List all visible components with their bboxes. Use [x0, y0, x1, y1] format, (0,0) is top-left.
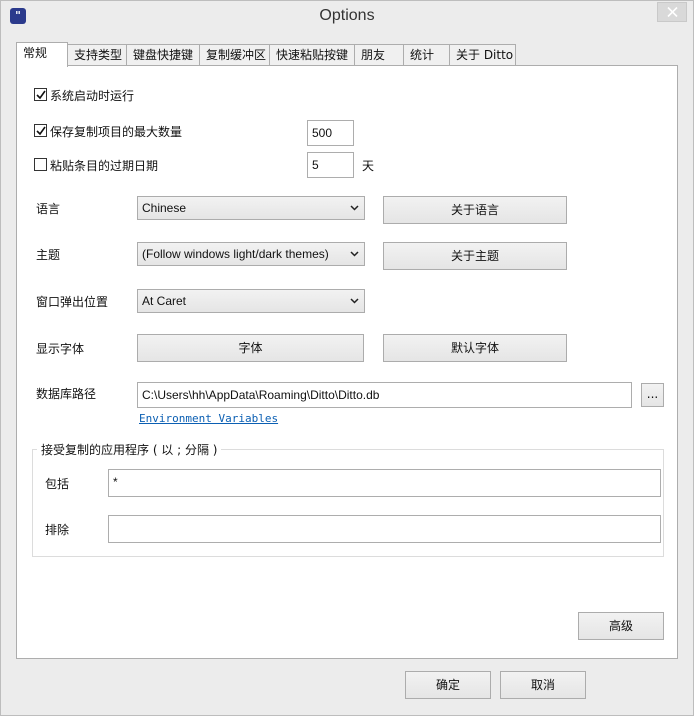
- include-label: 包括: [45, 477, 70, 491]
- close-icon: [667, 7, 678, 17]
- tab-keyboard-shortcuts[interactable]: 键盘快捷键: [126, 44, 200, 66]
- database-path-input[interactable]: C:\Users\hh\AppData\Roaming\Ditto\Ditto.…: [137, 382, 632, 408]
- tab-about[interactable]: 关于 Ditto: [449, 44, 516, 66]
- tab-copy-buffers[interactable]: 复制缓冲区: [199, 44, 270, 66]
- check-icon: [36, 126, 46, 136]
- exclude-label: 排除: [45, 523, 70, 537]
- accept-apps-group-title: 接受复制的应用程序 ( 以 ; 分隔 ): [37, 441, 222, 458]
- tab-quick-paste-keys[interactable]: 快速粘贴按键: [269, 44, 355, 66]
- max-items-checkbox[interactable]: [34, 124, 47, 137]
- expire-label: 粘贴条目的过期日期: [50, 159, 159, 173]
- default-font-button[interactable]: 默认字体: [383, 334, 567, 362]
- tab-friends[interactable]: 朋友: [354, 44, 404, 66]
- database-path-label: 数据库路径: [36, 387, 97, 401]
- window-title: Options: [319, 7, 375, 24]
- close-button[interactable]: [657, 2, 687, 22]
- start-on-boot-label: 系统启动时运行: [50, 89, 135, 103]
- tab-general[interactable]: 常规: [16, 42, 68, 67]
- about-theme-button[interactable]: 关于主题: [383, 242, 567, 270]
- browse-database-button[interactable]: ...: [641, 383, 664, 407]
- language-value: Chinese: [142, 201, 187, 215]
- language-label: 语言: [36, 202, 61, 216]
- ok-button[interactable]: 确定: [405, 671, 491, 699]
- popup-position-select[interactable]: At Caret: [137, 289, 365, 313]
- cancel-button[interactable]: 取消: [500, 671, 586, 699]
- expire-days-input[interactable]: 5: [307, 152, 354, 178]
- advanced-button[interactable]: 高级: [578, 612, 664, 640]
- options-window: " Options 常规 支持类型 键盘快捷键 复制缓冲区 快速粘贴按键 朋友 …: [0, 0, 694, 716]
- popup-position-label: 窗口弹出位置: [36, 295, 109, 309]
- max-items-label: 保存复制项目的最大数量: [50, 125, 183, 139]
- expire-unit-label: 天: [362, 159, 375, 173]
- chevron-down-icon: [350, 205, 359, 211]
- environment-variables-link[interactable]: Environment Variables: [139, 412, 278, 425]
- theme-value: (Follow windows light/dark themes): [142, 247, 329, 261]
- language-select[interactable]: Chinese: [137, 196, 365, 220]
- theme-label: 主题: [36, 248, 61, 262]
- title-bar[interactable]: " Options: [1, 1, 693, 33]
- chevron-down-icon: [350, 298, 359, 304]
- popup-position-value: At Caret: [142, 294, 187, 308]
- start-on-boot-checkbox[interactable]: [34, 88, 47, 101]
- chevron-down-icon: [350, 251, 359, 257]
- exclude-input[interactable]: [108, 515, 661, 543]
- max-items-input[interactable]: 500: [307, 120, 354, 146]
- include-input[interactable]: *: [108, 469, 661, 497]
- display-font-label: 显示字体: [36, 342, 85, 356]
- tab-stats[interactable]: 统计: [403, 44, 450, 66]
- expire-checkbox[interactable]: [34, 158, 47, 171]
- tab-supported-types[interactable]: 支持类型: [67, 44, 129, 66]
- font-button[interactable]: 字体: [137, 334, 364, 362]
- theme-select[interactable]: (Follow windows light/dark themes): [137, 242, 365, 266]
- check-icon: [36, 90, 46, 100]
- about-language-button[interactable]: 关于语言: [383, 196, 567, 224]
